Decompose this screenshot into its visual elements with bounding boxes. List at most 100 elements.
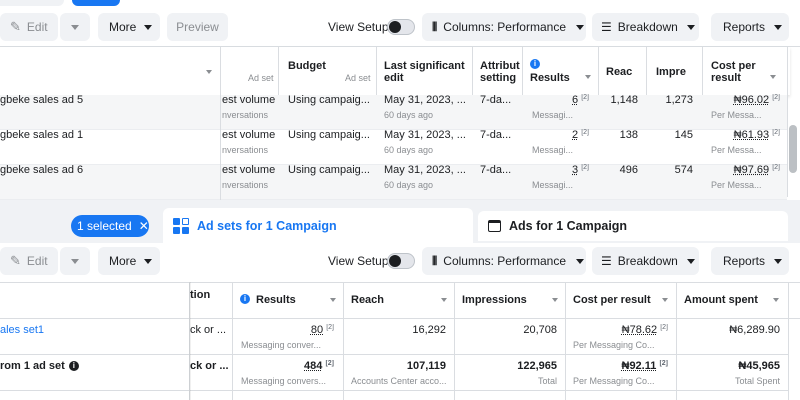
reach-col-header[interactable]: Reach (351, 294, 384, 306)
chevron-down-icon (686, 258, 695, 264)
pencil-icon: ✎ (10, 19, 21, 34)
sort-caret-icon[interactable] (441, 298, 447, 302)
cost-col-header[interactable]: Cost per result (573, 294, 651, 306)
cost-col-header[interactable]: Cost per result (711, 60, 767, 84)
attribution-cell: 7-da... (480, 94, 512, 106)
columns-button[interactable]: ⦀ Columns: Performance (422, 13, 586, 41)
amount-spent-col-header[interactable]: Amount spent (684, 294, 758, 306)
view-setup-toggle[interactable] (387, 253, 415, 269)
breakdown-icon: ☰ (601, 20, 612, 34)
last-edit-col-header[interactable]: Last significant edit (384, 60, 470, 84)
results-sub: Messaging conver... (241, 340, 322, 350)
adset-cell: est volume (222, 94, 276, 106)
edit-dropdown-button[interactable] (60, 247, 90, 275)
ad-icon (488, 220, 501, 232)
row-name: ales set1 (0, 324, 45, 336)
impressions-sub: Total (537, 376, 557, 386)
info-icon[interactable]: i (240, 294, 250, 304)
cost-sub: Per Messa... (711, 110, 762, 120)
col2-cell: ck or ... (190, 324, 227, 336)
budget-col-sub: Ad set (345, 73, 371, 83)
pencil-icon: ✎ (10, 253, 21, 268)
adset-name-link[interactable]: ales set1 (0, 324, 186, 336)
reports-button[interactable]: Reports (711, 247, 789, 275)
breakdown-icon: ☰ (601, 254, 612, 268)
chevron-down-icon (686, 24, 695, 30)
edit-button[interactable]: ✎ Edit (0, 247, 58, 275)
attribution-col-header[interactable]: Attribution setting (480, 60, 520, 84)
adset-col-header[interactable]: Ad set (248, 73, 274, 83)
results-sub: Messagi... (532, 145, 574, 155)
edit-label: Edit (26, 20, 48, 34)
impressions-col-header[interactable]: Impressions (656, 66, 686, 78)
cost-sub: Per Messa... (711, 145, 762, 155)
chevron-down-icon (71, 24, 79, 30)
sort-caret-icon[interactable] (552, 298, 558, 302)
col2-header[interactable]: tion (190, 289, 210, 301)
ad-name-link[interactable]: gbeke sales ad 6 (0, 164, 218, 176)
preview-label: Preview (176, 20, 219, 34)
edit-dropdown-button[interactable] (60, 13, 90, 41)
last-edit-cell: May 31, 2023, ... (384, 94, 466, 106)
sort-caret-icon[interactable] (206, 70, 212, 74)
chevron-down-icon (774, 258, 783, 264)
cost-cell: ₦78.62 [2] (621, 324, 668, 336)
info-icon[interactable]: i (68, 361, 79, 372)
breakdown-button[interactable]: ☰ Breakdown (592, 13, 699, 41)
row-name: rom 1 ad set (0, 360, 65, 372)
ad-name-link[interactable]: gbeke sales ad 1 (0, 129, 218, 141)
chevron-down-icon (774, 24, 783, 30)
results-col-header[interactable]: Results (256, 294, 296, 306)
info-icon[interactable]: i (530, 59, 540, 69)
budget-col-header[interactable]: Budget (288, 60, 326, 72)
budget-cell: Using campaig... (288, 94, 370, 106)
top-blue-button-partial[interactable] (72, 0, 120, 6)
selected-chip[interactable]: 1 selected ✕ (71, 215, 149, 237)
columns-button[interactable]: ⦀ Columns: Performance (422, 247, 586, 275)
cost-value: ₦97.69 (733, 164, 770, 176)
results-col-header[interactable]: Results (530, 72, 570, 84)
more-button[interactable]: More (98, 13, 160, 41)
results-sub: Messaging convers... (241, 376, 327, 386)
results-cell: 2 [2] (572, 129, 589, 141)
top-hidden-button-partial[interactable] (0, 0, 64, 6)
adset-cell: est volume (222, 129, 276, 141)
sort-caret-icon[interactable] (662, 298, 668, 302)
row-divider (220, 95, 221, 130)
sort-caret-icon[interactable] (585, 75, 591, 79)
impressions-cell: 574 (674, 164, 693, 176)
last-edit-sub: 60 days ago (384, 110, 434, 120)
results-value: 2 (572, 129, 579, 141)
cost-value: ₦92.11 (621, 360, 657, 372)
tab-ad-sets[interactable]: Ad sets for 1 Campaign (163, 208, 473, 243)
sort-caret-icon[interactable] (770, 75, 776, 79)
breakdown-button[interactable]: ☰ Breakdown (592, 247, 699, 275)
tab-ads[interactable]: Ads for 1 Campaign (478, 211, 788, 241)
ad-name-link[interactable]: gbeke sales ad 5 (0, 94, 218, 106)
close-icon[interactable]: ✕ (139, 219, 149, 233)
columns-label: Columns: Performance (443, 254, 566, 268)
view-setup-label: View Setup (328, 254, 389, 268)
vertical-scrollbar[interactable] (789, 125, 797, 173)
results-cell: 484 [2] (304, 360, 334, 372)
preview-button[interactable]: Preview (167, 13, 228, 41)
reach-col-header[interactable]: Reach (606, 66, 632, 78)
results-value: 3 (572, 164, 579, 176)
amount-spent-sub: Total Spent (734, 376, 780, 386)
reports-button[interactable]: Reports (711, 13, 789, 41)
cost-sub: Per Messa... (711, 180, 762, 190)
reports-label: Reports (723, 254, 766, 268)
adset-sub: nversations (222, 145, 269, 155)
impressions-col-header[interactable]: Impressions (462, 294, 527, 306)
cost-cell: ₦92.11 [2] (621, 360, 669, 372)
reach-cell: 16,292 (412, 324, 446, 336)
sort-caret-icon[interactable] (330, 298, 336, 302)
view-setup-toggle[interactable] (387, 19, 415, 35)
last-edit-cell: May 31, 2023, ... (384, 129, 466, 141)
more-button[interactable]: More (98, 247, 160, 275)
columns-label: Columns: Performance (443, 20, 566, 34)
ad-sets-icon (173, 217, 189, 234)
results-sub: Messagi... (532, 110, 574, 120)
edit-button[interactable]: ✎ Edit (0, 13, 58, 41)
sort-caret-icon[interactable] (773, 298, 779, 302)
